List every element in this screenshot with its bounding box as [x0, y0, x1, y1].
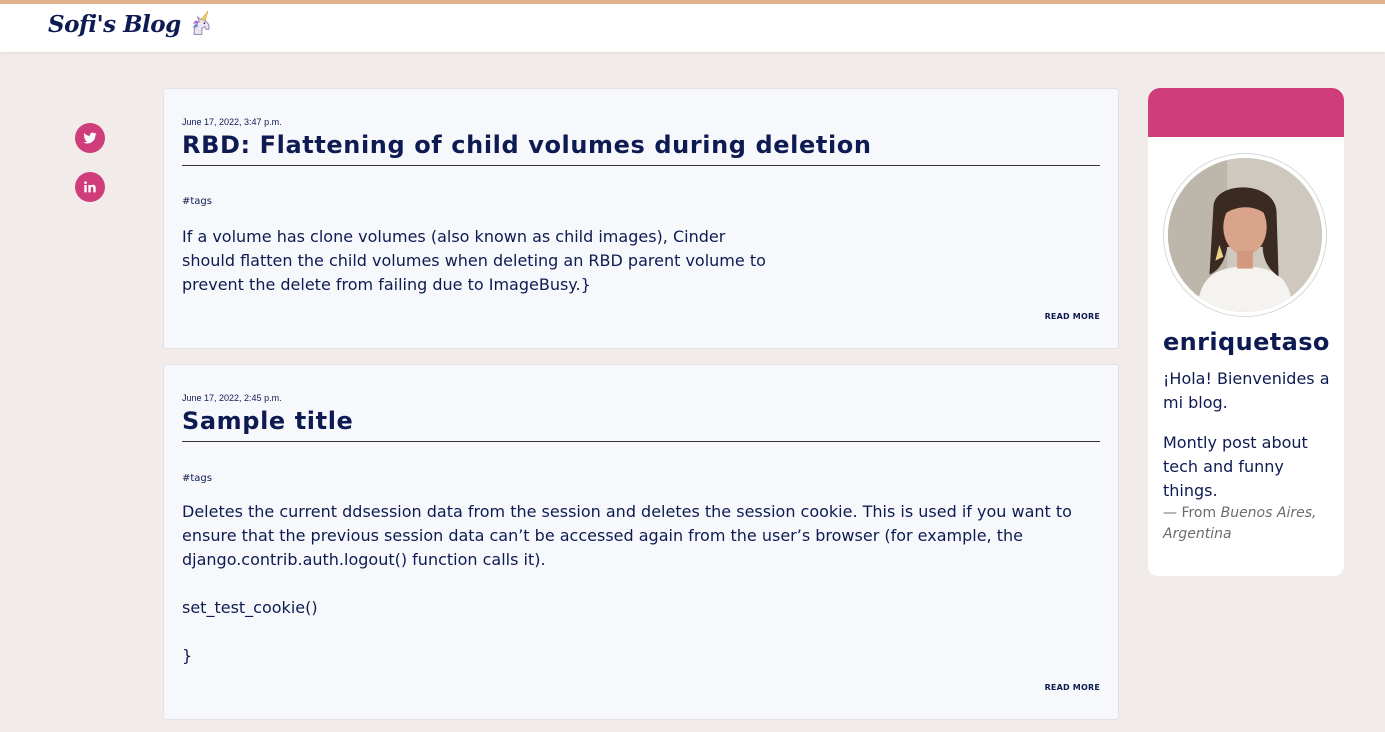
post-body-line: set_test_cookie() — [182, 598, 318, 617]
profile-location: — From Buenos Aires, Argentina — [1163, 503, 1333, 545]
post-title[interactable]: Sample title — [182, 407, 1100, 442]
profile-card: enriquetaso ¡Hola! Bienvenides a mi blog… — [1148, 88, 1344, 576]
post-body-line: If a volume has clone volumes (also know… — [182, 227, 726, 246]
profile-banner — [1148, 88, 1344, 137]
twitter-button[interactable] — [75, 123, 105, 153]
location-prefix: — From — [1163, 505, 1217, 521]
post-body-line: prevent the delete from failing due to I… — [182, 275, 591, 294]
profile-description: Montly post about tech and funny things. — [1163, 433, 1308, 500]
post-body-blank — [182, 572, 1072, 596]
post-body-line: Deletes the current ddsession data from … — [182, 502, 1072, 521]
post-tags[interactable]: #tags — [182, 196, 212, 207]
avatar-photo — [1168, 158, 1322, 312]
profile-username: enriquetaso — [1163, 328, 1330, 356]
avatar-portrait — [1168, 158, 1322, 312]
post-body-blank — [182, 620, 1072, 644]
twitter-icon — [83, 132, 97, 144]
unicorn-icon — [192, 10, 210, 35]
linkedin-icon — [84, 181, 96, 193]
post-body-line: django.contrib.auth.logout() function ca… — [182, 550, 546, 569]
brand-title[interactable]: Sofi's Blog — [48, 11, 181, 38]
post-body: Deletes the current ddsession data from … — [182, 500, 1072, 668]
post-tags[interactable]: #tags — [182, 473, 212, 484]
site-brand[interactable]: Sofi's Blog — [48, 10, 215, 38]
post-body-line: ensure that the previous session data ca… — [182, 526, 1023, 545]
read-more-link[interactable]: READ MORE — [1045, 312, 1100, 321]
top-navbar: Sofi's Blog — [0, 0, 1385, 52]
post-title[interactable]: RBD: Flattening of child volumes during … — [182, 131, 1100, 166]
post-body-line: should flatten the child volumes when de… — [182, 251, 766, 270]
post-body-line: } — [182, 646, 193, 665]
avatar — [1163, 153, 1327, 317]
post-date: June 17, 2022, 2:45 p.m. — [182, 393, 282, 403]
post-date: June 17, 2022, 3:47 p.m. — [182, 117, 282, 127]
read-more-link[interactable]: READ MORE — [1045, 683, 1100, 692]
post-card: June 17, 2022, 2:45 p.m. Sample title #t… — [163, 364, 1119, 720]
linkedin-button[interactable] — [75, 172, 105, 202]
post-body: If a volume has clone volumes (also know… — [182, 225, 766, 297]
profile-greeting: ¡Hola! Bienvenides a mi blog. — [1163, 369, 1330, 412]
post-card: June 17, 2022, 3:47 p.m. RBD: Flattening… — [163, 88, 1119, 349]
